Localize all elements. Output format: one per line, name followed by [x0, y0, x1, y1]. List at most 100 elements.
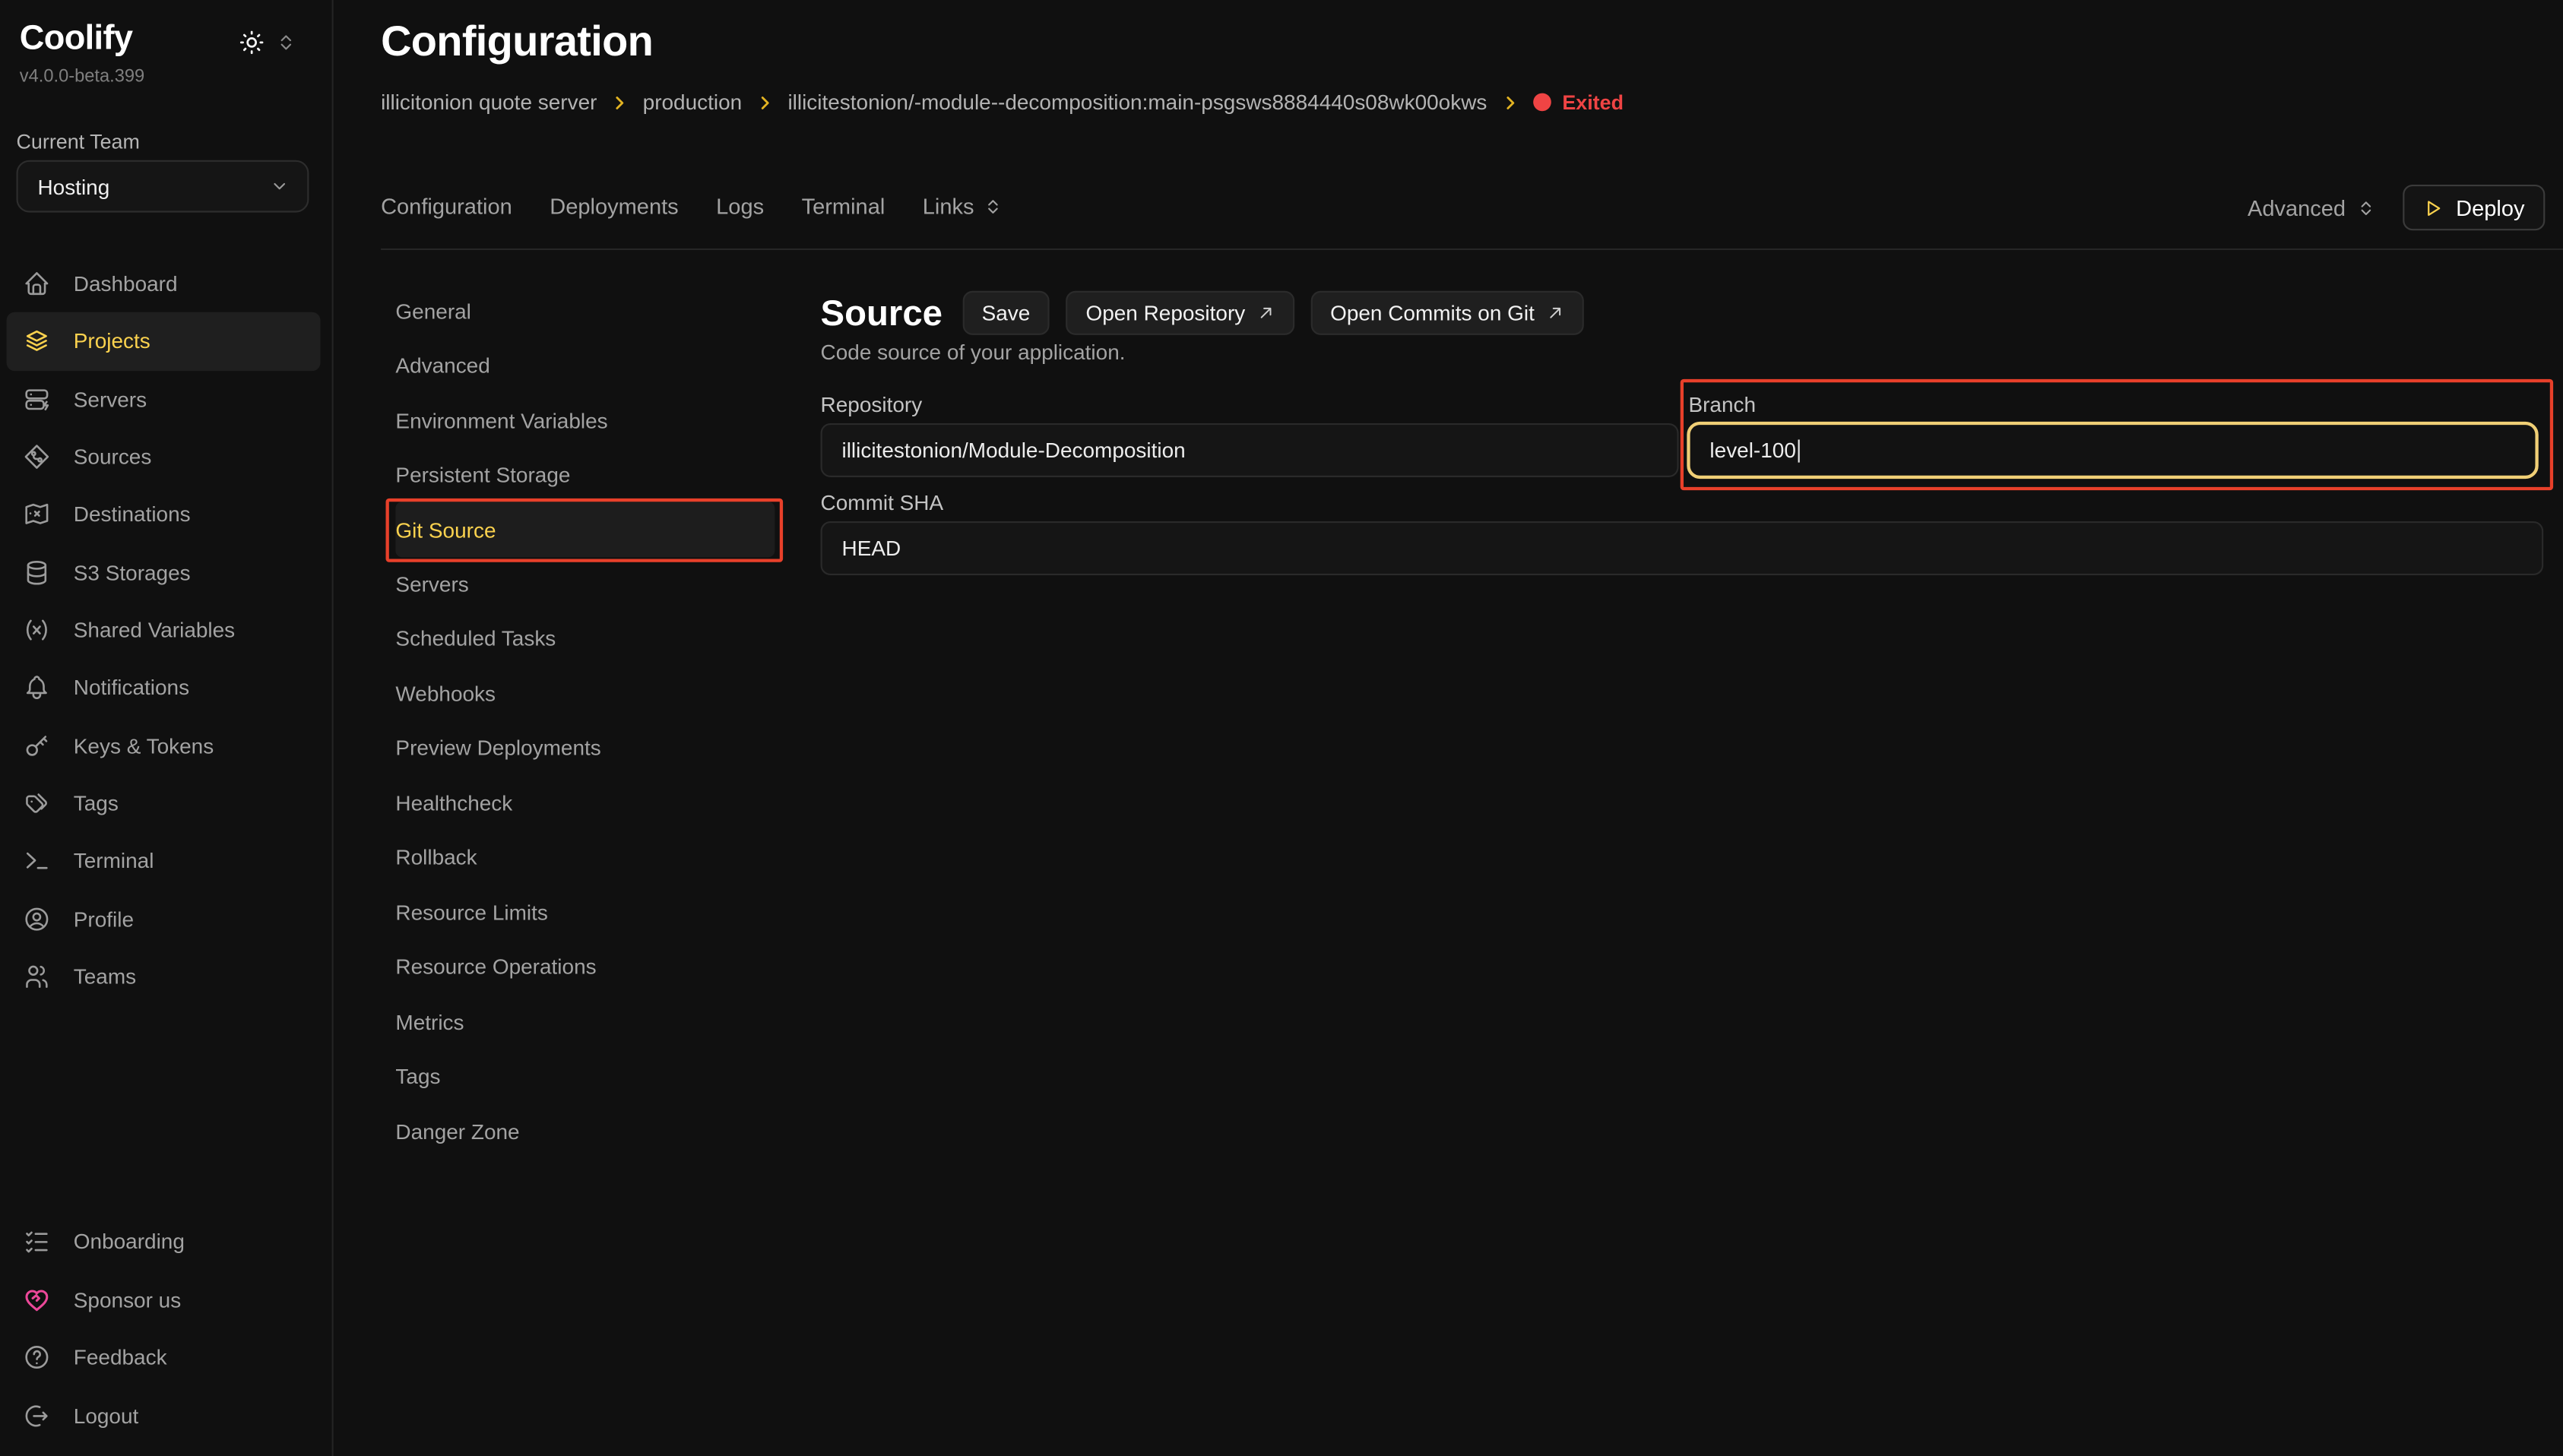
repository-input[interactable]: illicitestonion/Module-Decomposition — [821, 423, 1679, 477]
sidebar-item-shared-variables[interactable]: Shared Variables — [0, 601, 334, 659]
chevron-updown-icon — [2355, 198, 2377, 219]
main-content: Configuration illicitonion quote server … — [334, 0, 2563, 1456]
branch-input[interactable]: level-100 — [1687, 422, 2538, 479]
sidebar-item-terminal[interactable]: Terminal — [0, 832, 334, 890]
subnav-item-environment-variables[interactable]: Environment Variables — [395, 393, 775, 448]
layers-icon — [23, 328, 51, 356]
git-source-icon — [23, 443, 51, 471]
heart-icon — [23, 1286, 51, 1314]
team-select-value: Hosting — [37, 174, 109, 198]
chevron-right-icon — [610, 93, 630, 113]
tab-configuration[interactable]: Configuration — [381, 195, 512, 219]
tab-links[interactable]: Links — [923, 195, 1003, 219]
subnav-item-git-source[interactable]: Git Source — [395, 502, 775, 557]
source-description: Code source of your application. — [821, 340, 1126, 364]
sidebar-item-feedback[interactable]: Feedback — [0, 1328, 334, 1386]
sidebar-item-logout[interactable]: Logout — [0, 1387, 334, 1445]
open-commits-button[interactable]: Open Commits on Git — [1310, 291, 1583, 335]
breadcrumb-project[interactable]: illicitonion quote server — [381, 90, 597, 114]
current-team-label: Current Team — [17, 131, 140, 154]
breadcrumb-environment[interactable]: production — [643, 90, 743, 114]
subnav-item-rollback[interactable]: Rollback — [395, 831, 775, 885]
server-icon — [23, 385, 51, 413]
logout-icon — [23, 1402, 51, 1430]
divider — [381, 248, 2563, 250]
sidebar-item-notifications[interactable]: Notifications — [0, 659, 334, 717]
map-icon — [23, 501, 51, 529]
tab-terminal[interactable]: Terminal — [802, 195, 885, 219]
source-header: Source Save Open Repository Open Commits… — [821, 291, 1584, 335]
help-circle-icon — [23, 1344, 51, 1372]
subnav-item-persistent-storage[interactable]: Persistent Storage — [395, 448, 775, 502]
subnav-item-scheduled-tasks[interactable]: Scheduled Tasks — [395, 612, 775, 666]
app-logo[interactable]: Coolify — [20, 20, 133, 59]
database-icon — [23, 559, 51, 587]
sidebar-item-servers[interactable]: Servers — [0, 370, 334, 428]
sidebar-footer-nav: Onboarding Sponsor us Feedback Logout — [0, 1213, 334, 1445]
sidebar-item-profile[interactable]: Profile — [0, 890, 334, 948]
subnav-item-danger-zone[interactable]: Danger Zone — [395, 1103, 775, 1158]
terminal-icon — [23, 847, 51, 875]
chevron-right-icon — [1500, 93, 1520, 113]
tab-logs[interactable]: Logs — [716, 195, 764, 219]
subnav-item-healthcheck[interactable]: Healthcheck — [395, 776, 775, 831]
subnav-item-general[interactable]: General — [395, 283, 775, 338]
breadcrumb-application[interactable]: illicitestonion/-module--decomposition:m… — [787, 90, 1487, 114]
commit-sha-label: Commit SHA — [821, 490, 944, 514]
sidebar-item-sponsor-us[interactable]: Sponsor us — [0, 1271, 334, 1328]
tab-deployments[interactable]: Deployments — [550, 195, 678, 219]
chevron-updown-icon — [982, 196, 1003, 217]
sidebar-item-onboarding[interactable]: Onboarding — [0, 1213, 334, 1271]
app-version: v4.0.0-beta.399 — [20, 67, 144, 87]
key-icon — [23, 732, 51, 760]
subnav-item-resource-limits[interactable]: Resource Limits — [395, 885, 775, 939]
chevron-down-icon — [268, 175, 291, 198]
subnav-item-preview-deployments[interactable]: Preview Deployments — [395, 721, 775, 776]
sidebar-item-destinations[interactable]: Destinations — [0, 486, 334, 543]
play-icon — [2423, 197, 2444, 218]
sidebar-item-keys-tokens[interactable]: Keys & Tokens — [0, 717, 334, 774]
advanced-dropdown[interactable]: Advanced — [2248, 196, 2377, 220]
tab-bar: Configuration Deployments Logs Terminal … — [381, 195, 1003, 219]
status-badge: Exited — [1533, 90, 1624, 113]
save-button[interactable]: Save — [962, 291, 1050, 335]
theme-sun-icon[interactable] — [237, 28, 267, 58]
user-circle-icon — [23, 905, 51, 933]
sidebar-item-teams[interactable]: Teams — [0, 948, 334, 1005]
sidebar-nav: Dashboard Projects Servers Sources Desti… — [0, 255, 334, 1005]
open-repository-button[interactable]: Open Repository — [1066, 291, 1294, 335]
sidebar: Coolify v4.0.0-beta.399 Current Team Hos… — [0, 0, 334, 1456]
repository-label: Repository — [821, 392, 923, 416]
external-link-icon — [1546, 304, 1564, 322]
status-dot-icon — [1533, 93, 1551, 112]
team-select[interactable]: Hosting — [17, 160, 309, 213]
variables-icon — [23, 616, 51, 644]
bell-icon — [23, 674, 51, 702]
deploy-button[interactable]: Deploy — [2403, 185, 2545, 230]
sidebar-item-s3-storages[interactable]: S3 Storages — [0, 543, 334, 601]
breadcrumb: illicitonion quote server production ill… — [381, 90, 1624, 114]
external-link-icon — [1256, 304, 1275, 322]
subnav-item-metrics[interactable]: Metrics — [395, 994, 775, 1049]
sidebar-item-sources[interactable]: Sources — [0, 428, 334, 486]
page-title: Configuration — [381, 17, 653, 68]
home-icon — [23, 270, 51, 298]
chevron-right-icon — [755, 93, 775, 113]
coolify-app: Coolify v4.0.0-beta.399 Current Team Hos… — [0, 0, 2563, 1456]
sidebar-item-tags[interactable]: Tags — [0, 774, 334, 832]
source-heading: Source — [821, 292, 943, 334]
sidebar-item-dashboard[interactable]: Dashboard — [0, 255, 334, 312]
theme-select-chevrons-icon[interactable] — [274, 31, 297, 54]
users-group-icon — [23, 963, 51, 991]
sidebar-item-projects[interactable]: Projects — [7, 312, 321, 370]
subnav-item-webhooks[interactable]: Webhooks — [395, 666, 775, 721]
commit-sha-input[interactable]: HEAD — [821, 521, 2544, 575]
subnav-item-servers[interactable]: Servers — [395, 557, 775, 612]
tags-icon — [23, 790, 51, 818]
status-text: Exited — [1562, 90, 1624, 113]
config-subnav: General Advanced Environment Variables P… — [395, 283, 775, 1158]
subnav-item-advanced[interactable]: Advanced — [395, 338, 775, 393]
branch-label: Branch — [1688, 392, 1756, 416]
subnav-item-tags[interactable]: Tags — [395, 1049, 775, 1103]
subnav-item-resource-operations[interactable]: Resource Operations — [395, 939, 775, 994]
